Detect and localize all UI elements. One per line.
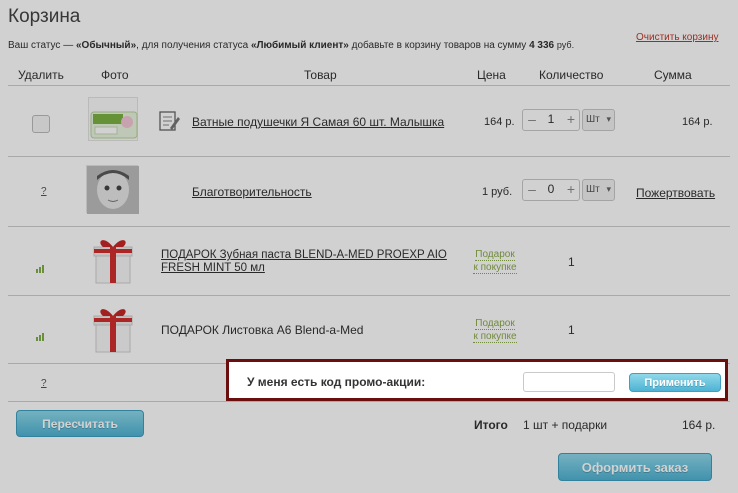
product-link[interactable]: Ватные подушечки Я Самая 60 шт. Малышка xyxy=(192,115,444,129)
chevron-down-icon: ▾ xyxy=(606,184,611,194)
gift-label-line1: Подарок xyxy=(475,318,515,330)
edit-note-icon[interactable] xyxy=(158,109,180,133)
apply-promo-button[interactable]: Применить xyxy=(629,373,721,392)
gift-bars-icon xyxy=(36,265,46,273)
help-icon[interactable]: ? xyxy=(41,378,47,389)
status-suffix: добавьте в корзину товаров на сумму xyxy=(348,40,530,51)
total-label: Итого xyxy=(474,418,508,432)
remove-checkbox[interactable] xyxy=(32,115,50,133)
gift-label: Подарок к покупке xyxy=(464,248,526,274)
total-quantity: 1 шт + подарки xyxy=(523,418,608,432)
product-price: 164 р. xyxy=(484,116,515,128)
header-photo: Фото xyxy=(101,68,129,82)
table-row: ПОДАРОК Листовка А6 Blend-a-Med Подарок … xyxy=(8,296,730,364)
gift-label: Подарок к покупке xyxy=(464,317,526,343)
product-sum: 164 р. xyxy=(682,116,713,128)
table-header: Удалить Фото Товар Цена Количество Сумма xyxy=(8,62,730,86)
unit-select[interactable]: Шт ▾ xyxy=(582,179,615,201)
unit-label: Шт xyxy=(586,114,600,125)
promo-label: У меня есть код промо-акции: xyxy=(247,375,426,389)
header-sum: Сумма xyxy=(654,68,692,82)
header-quantity: Количество xyxy=(539,68,604,82)
product-photo[interactable] xyxy=(86,165,139,214)
table-row: Ватные подушечки Я Самая 60 шт. Малышка … xyxy=(8,87,730,157)
total-sum: 164 р. xyxy=(682,418,716,432)
product-name: ПОДАРОК Листовка А6 Blend-a-Med xyxy=(161,323,364,337)
plus-icon[interactable]: + xyxy=(565,111,577,127)
quantity-stepper[interactable]: – 1 + Шт ▾ xyxy=(522,109,616,131)
promo-code-input[interactable] xyxy=(523,372,615,392)
product-photo[interactable] xyxy=(88,97,138,141)
header-product: Товар xyxy=(304,68,337,82)
product-price: 1 руб. xyxy=(482,186,513,198)
chevron-down-icon: ▾ xyxy=(606,114,611,124)
plus-icon[interactable]: + xyxy=(565,181,577,197)
gift-label-line2: к покупке xyxy=(473,262,517,274)
product-link[interactable]: Благотворительность xyxy=(192,185,312,199)
donate-link[interactable]: Пожертвовать xyxy=(636,186,715,200)
gift-quantity: 1 xyxy=(568,323,575,337)
minus-icon[interactable]: – xyxy=(526,111,538,127)
header-remove: Удалить xyxy=(18,68,64,82)
status-target: «Любимый клиент» xyxy=(250,40,349,51)
help-icon[interactable]: ? xyxy=(41,186,47,197)
gift-icon xyxy=(90,302,136,354)
gift-label-line2: к покупке xyxy=(473,331,517,343)
status-prefix: Ваш статус — xyxy=(8,40,76,51)
cart-page: Корзина Ваш статус — «Обычный», для полу… xyxy=(0,0,738,493)
status-amount: 4 336 xyxy=(529,40,555,51)
status-value: «Обычный» xyxy=(75,40,137,51)
promo-code-box: У меня есть код промо-акции: Применить xyxy=(226,359,728,401)
gift-bars-icon xyxy=(36,333,46,341)
status-currency: руб. xyxy=(556,40,575,50)
status-text: Ваш статус — «Обычный», для получения ст… xyxy=(8,40,574,51)
child-photo-image xyxy=(87,166,139,214)
cotton-pads-image xyxy=(90,111,138,139)
status-middle: , для получения статуса xyxy=(136,40,251,51)
recalculate-button[interactable]: Пересчитать xyxy=(16,410,144,437)
minus-icon[interactable]: – xyxy=(526,181,538,197)
unit-select[interactable]: Шт ▾ xyxy=(582,109,615,131)
clear-cart-link[interactable]: Очистить корзину xyxy=(636,32,719,43)
gift-quantity: 1 xyxy=(568,255,575,269)
unit-label: Шт xyxy=(586,184,600,195)
gift-label-line1: Подарок xyxy=(475,249,515,261)
gift-icon xyxy=(90,233,136,285)
product-link[interactable]: ПОДАРОК Зубная паста BLEND-A-MED PROEXP … xyxy=(161,249,451,275)
page-title: Корзина xyxy=(8,6,81,27)
checkout-button[interactable]: Оформить заказ xyxy=(558,453,712,481)
table-row: ПОДАРОК Зубная паста BLEND-A-MED PROEXP … xyxy=(8,227,730,296)
header-price: Цена xyxy=(477,68,506,82)
quantity-value[interactable]: 0 xyxy=(540,182,562,196)
quantity-value[interactable]: 1 xyxy=(540,112,562,126)
quantity-stepper[interactable]: – 0 + Шт ▾ xyxy=(522,179,616,201)
table-row: ? Благотворительность 1 руб. – 0 + Шт ▾ П… xyxy=(8,157,730,227)
